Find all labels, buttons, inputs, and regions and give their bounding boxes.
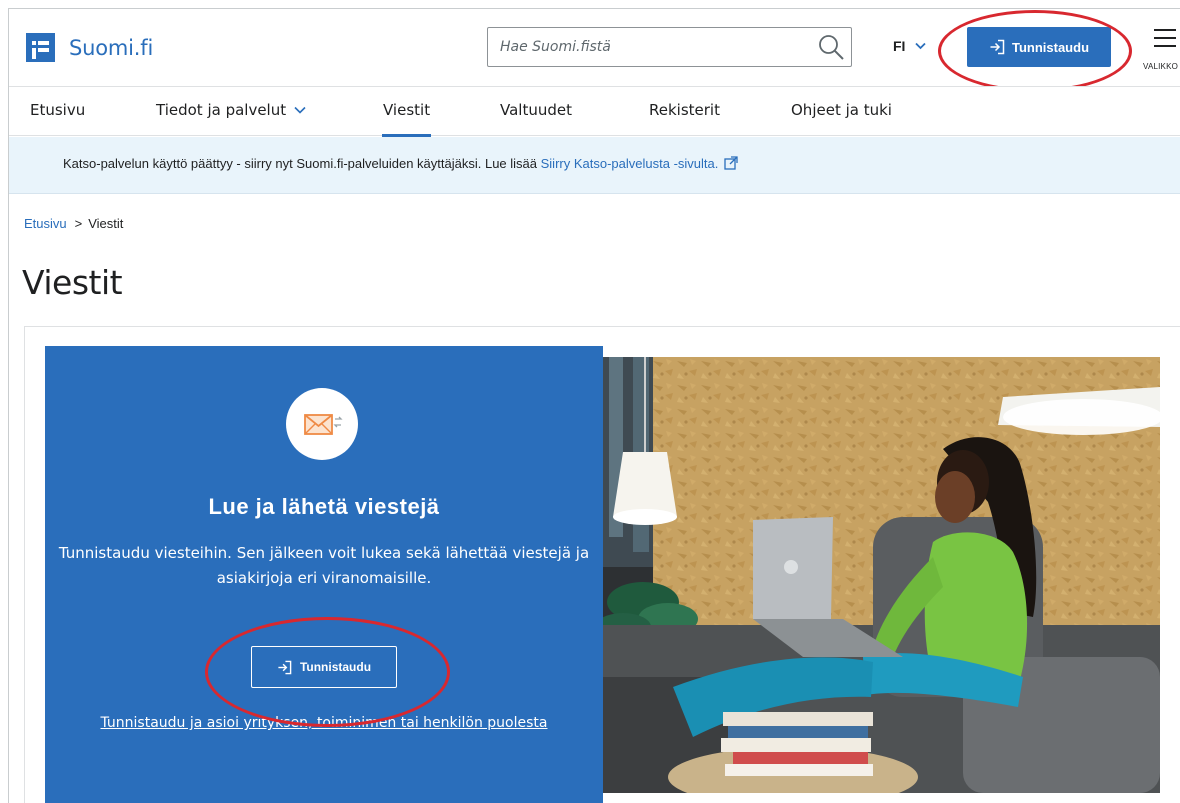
language-label: FI [893, 38, 906, 54]
panel-description: Tunnistaudu viesteihin. Sen jälkeen voit… [58, 544, 590, 587]
chevron-down-icon [294, 106, 306, 114]
page-title: Viestit [22, 263, 123, 302]
nav-item-label: Etusivu [30, 101, 86, 119]
breadcrumb: Etusivu > Viestit [24, 216, 123, 231]
logo-text: Suomi.fi [69, 35, 154, 60]
messages-login-panel: Lue ja lähetä viestejä Tunnistaudu viest… [45, 346, 603, 803]
nav-item-rekisterit[interactable]: Rekisterit [649, 101, 720, 119]
site-logo[interactable]: Suomi.fi [26, 33, 153, 62]
search-button[interactable] [817, 33, 845, 61]
login-icon [990, 39, 1005, 55]
nav-item-label: Rekisterit [649, 101, 720, 119]
notice-text: Katso-palvelun käyttö päättyy - siirry n… [63, 156, 739, 171]
nav-item-viestit[interactable]: Viestit [381, 101, 432, 137]
notice-message: Katso-palvelun käyttö päättyy - siirry n… [63, 156, 541, 171]
message-icon [304, 414, 343, 435]
menu-button[interactable]: VALIKKO [1143, 25, 1180, 75]
search-box [487, 27, 852, 67]
external-link-icon [724, 156, 739, 170]
nav-item-label: Valtuudet [500, 101, 572, 119]
login-label: Tunnistaudu [299, 660, 372, 674]
login-icon [278, 660, 292, 674]
menu-label: VALIKKO [1143, 62, 1179, 71]
main-navigation: Etusivu Tiedot ja palvelut Viestit Valtu… [9, 86, 1180, 137]
chevron-down-icon [915, 42, 927, 50]
login-on-behalf-link[interactable]: Tunnistaudu ja asioi yrityksen, toiminim… [45, 715, 603, 731]
login-button-header[interactable]: Tunnistaudu [967, 27, 1111, 67]
nav-item-etusivu[interactable]: Etusivu [30, 101, 85, 119]
nav-item-ohjeet-ja-tuki[interactable]: Ohjeet ja tuki [791, 101, 892, 119]
hero-illustration [603, 357, 1160, 793]
message-icon-container [286, 388, 358, 460]
breadcrumb-home-link[interactable]: Etusivu [24, 216, 67, 231]
language-selector[interactable]: FI [893, 38, 927, 54]
search-input[interactable] [488, 28, 808, 66]
site-header: Suomi.fi FI Tunnistaudu VALIKKO [9, 9, 1180, 85]
nav-item-tiedot-ja-palvelut[interactable]: Tiedot ja palvelut [156, 101, 306, 119]
notice-link-label: Siirry Katso-palvelusta -sivulta. [540, 156, 719, 171]
search-icon [819, 35, 844, 60]
logo-icon [26, 33, 55, 62]
breadcrumb-current: Viestit [88, 216, 124, 231]
notice-banner: Katso-palvelun käyttö päättyy - siirry n… [9, 137, 1180, 194]
nav-item-label: Viestit [383, 101, 431, 119]
nav-item-valtuudet[interactable]: Valtuudet [500, 101, 572, 119]
breadcrumb-separator: > [74, 216, 83, 231]
nav-item-label: Tiedot ja palvelut [156, 101, 287, 119]
panel-title: Lue ja lähetä viestejä [208, 494, 440, 519]
notice-link[interactable]: Siirry Katso-palvelusta -sivulta. [541, 156, 739, 171]
nav-item-label: Ohjeet ja tuki [791, 101, 892, 119]
login-label: Tunnistaudu [1011, 39, 1090, 55]
hero-photo [603, 357, 1160, 793]
login-button-panel[interactable]: Tunnistaudu [251, 646, 397, 688]
